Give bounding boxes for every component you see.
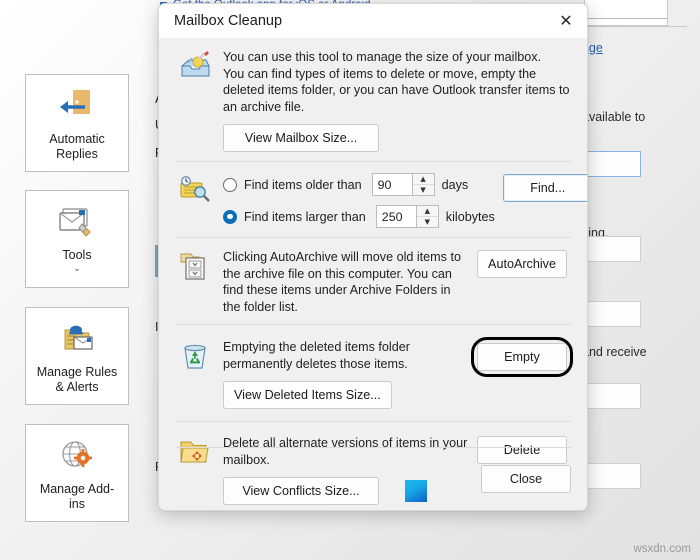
automatic-replies-icon: [55, 89, 99, 126]
stepper-down-icon[interactable]: ▼: [413, 185, 434, 195]
manage-rules-label: Manage Rules & Alerts: [36, 365, 118, 394]
mailbox-cleanup-icon: [173, 49, 223, 152]
find-button-cell: Find...: [497, 173, 587, 228]
background-text-fragment: available to: [582, 110, 646, 124]
kilobytes-input[interactable]: [375, 205, 416, 228]
deleted-items-text: Emptying the deleted items folder perman…: [223, 340, 410, 371]
manage-addins-label: Manage Add-ins: [39, 482, 115, 511]
radio-find-larger-than[interactable]: [223, 209, 237, 224]
recycle-bin-icon: [173, 339, 223, 409]
section-overview: You can use this tool to manage the size…: [173, 38, 573, 161]
empty-button-highlight-ring: Empty: [471, 337, 573, 377]
stepper-up-icon[interactable]: ▲: [416, 206, 438, 217]
autoarchive-button-cell: AutoArchive: [471, 249, 573, 315]
days-input[interactable]: [371, 173, 412, 196]
find-older-row: Find items older than ▲ ▼ days: [223, 173, 495, 196]
background-button[interactable]: [579, 301, 641, 327]
tools-label: Tools: [62, 248, 92, 262]
overview-text-block: You can use this tool to manage the size…: [223, 49, 573, 152]
view-mailbox-size-button[interactable]: View Mailbox Size...: [223, 124, 379, 152]
find-larger-row: Find items larger than ▲ ▼ kilobytes: [223, 205, 495, 228]
radio-find-larger-label: Find items larger than: [244, 209, 366, 224]
kilobytes-stepper-arrows[interactable]: ▲ ▼: [415, 205, 439, 228]
dialog-title: Mailbox Cleanup: [174, 13, 283, 29]
kilobytes-unit-label: kilobytes: [445, 209, 495, 224]
days-unit-label: days: [441, 177, 469, 192]
section-find-items: Find items older than ▲ ▼ days Find item…: [173, 162, 587, 237]
stepper-up-icon[interactable]: ▲: [412, 174, 434, 185]
autoarchive-text-block: Clicking AutoArchive will move old items…: [223, 249, 471, 315]
deleted-items-block: Emptying the deleted items folder perman…: [223, 339, 471, 409]
find-items-icon: [173, 173, 223, 228]
background-button[interactable]: [579, 236, 641, 262]
manage-rules-alerts-button[interactable]: Manage Rules & Alerts: [25, 307, 129, 405]
automatic-replies-label: Automatic Replies: [49, 132, 105, 161]
autoarchive-button[interactable]: AutoArchive: [477, 250, 567, 278]
radio-find-older-label: Find items older than: [244, 177, 362, 192]
background-button[interactable]: [579, 463, 641, 489]
section-autoarchive: Clicking AutoArchive will move old items…: [173, 238, 573, 324]
view-deleted-items-size-button[interactable]: View Deleted Items Size...: [223, 381, 392, 409]
mailbox-cleanup-dialog: Mailbox Cleanup ✕ You can use this tool …: [158, 3, 588, 511]
kilobytes-stepper[interactable]: ▲ ▼: [375, 205, 439, 228]
autoarchive-text: Clicking AutoArchive will move old items…: [223, 250, 461, 314]
dialog-titlebar: Mailbox Cleanup ✕: [159, 4, 587, 38]
radio-find-older-than[interactable]: [223, 177, 237, 192]
find-button[interactable]: Find...: [502, 174, 587, 202]
command-column: Automatic Replies Tools ⌄ Manage Rules &…: [0, 0, 150, 560]
days-stepper[interactable]: ▲ ▼: [371, 173, 435, 196]
automatic-replies-button[interactable]: Automatic Replies: [25, 74, 129, 172]
close-icon[interactable]: ✕: [545, 5, 587, 38]
background-button[interactable]: [579, 151, 641, 177]
dialog-footer: Close: [175, 447, 571, 510]
background-scroll-thumb-panel: [577, 0, 687, 27]
background-text-fragment: and receive: [582, 345, 647, 359]
divider-line: [585, 18, 667, 19]
tools-icon: [55, 205, 99, 242]
close-button[interactable]: Close: [481, 465, 571, 493]
watermark: wsxdn.com: [633, 543, 691, 555]
overview-line-1: You can use this tool to manage the size…: [223, 50, 542, 64]
section-deleted-items: Emptying the deleted items folder perman…: [173, 325, 573, 421]
empty-button[interactable]: Empty: [477, 343, 567, 371]
dialog-body: You can use this tool to manage the size…: [159, 38, 587, 510]
chevron-down-icon: ⌄: [73, 263, 81, 273]
autoarchive-icon: [173, 249, 223, 315]
divider-line: [577, 26, 687, 27]
empty-button-cell: Empty: [471, 337, 573, 409]
manage-rules-icon: [55, 322, 99, 359]
days-stepper-arrows[interactable]: ▲ ▼: [411, 173, 435, 196]
stepper-down-icon[interactable]: ▼: [417, 217, 438, 227]
background-button[interactable]: [579, 383, 641, 409]
overview-line-2: You can find types of items to delete or…: [223, 66, 570, 114]
manage-addins-icon: [55, 439, 99, 476]
tools-button[interactable]: Tools ⌄: [25, 190, 129, 288]
find-controls: Find items older than ▲ ▼ days Find item…: [223, 173, 497, 228]
manage-addins-button[interactable]: Manage Add-ins: [25, 424, 129, 522]
